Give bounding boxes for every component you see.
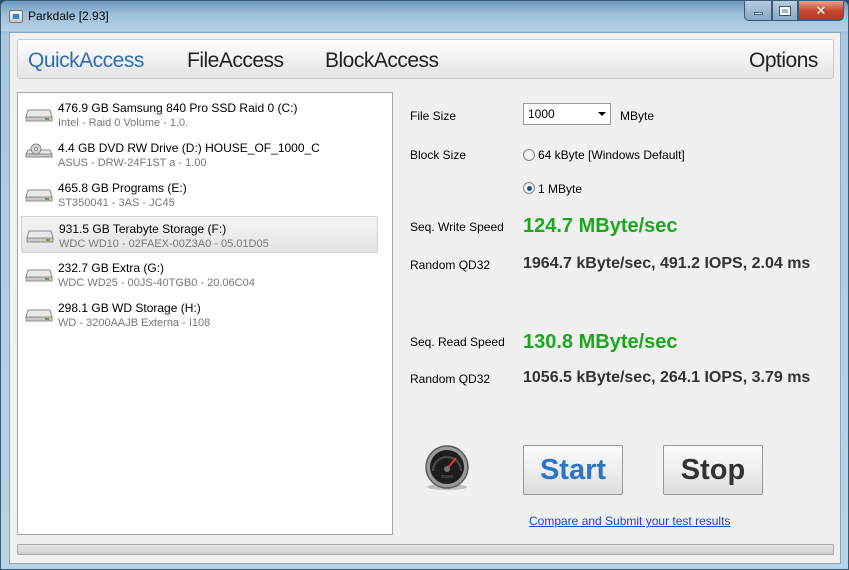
drive-model: ST350041 - 3AS - JC45 — [58, 197, 175, 209]
drive-name: 232.7 GB Extra (G:) — [58, 261, 165, 275]
minimize-icon — [753, 12, 763, 15]
block-size-1m-radio[interactable] — [523, 182, 535, 194]
drive-model: Intel - Raid 0 Volume - 1.0. — [58, 117, 189, 129]
close-button[interactable]: ✕ — [798, 1, 844, 21]
drive-name: 931.5 GB Terabyte Storage (F:) — [59, 222, 227, 236]
file-size-select[interactable]: 1000 — [523, 103, 611, 125]
block-size-64k-label[interactable]: 64 kByte [Windows Default] — [538, 148, 685, 162]
tab-options[interactable]: Options — [749, 49, 818, 73]
progress-bar — [17, 544, 834, 555]
block-size-label: Block Size — [410, 148, 467, 162]
seq-write-value: 124.7 MByte/sec — [523, 215, 678, 237]
title-bar[interactable]: Parkdale [2.93] ✕ — [1, 1, 848, 31]
drive-item[interactable]: 465.8 GB Programs (E:) ST350041 - 3AS - … — [21, 176, 378, 213]
client-area: QuickAccess FileAccess BlockAccess Optio… — [9, 32, 841, 564]
app-window: Parkdale [2.93] ✕ QuickAccess FileAccess… — [0, 0, 849, 570]
hdd-icon — [26, 230, 54, 243]
drive-name: 298.1 GB WD Storage (H:) — [58, 301, 201, 315]
block-size-1m-label[interactable]: 1 MByte — [538, 182, 582, 196]
drive-name: 465.8 GB Programs (E:) — [58, 181, 187, 195]
drive-model: WDC WD25 - 00JS-40TGB0 - 20.06C04 — [58, 277, 255, 289]
compare-submit-link[interactable]: Compare and Submit your test results — [529, 514, 730, 528]
hdd-icon — [25, 269, 53, 282]
seq-read-value: 130.8 MByte/sec — [523, 331, 678, 353]
file-size-label: File Size — [410, 109, 457, 123]
hdd-icon — [25, 309, 53, 322]
tab-bar: QuickAccess FileAccess BlockAccess Optio… — [17, 39, 834, 79]
maximize-icon — [779, 5, 791, 16]
maximize-button[interactable] — [772, 1, 798, 21]
drive-model: ASUS - DRW-24F1ST a - 1.00 — [58, 157, 207, 169]
tab-quickaccess[interactable]: QuickAccess — [28, 49, 144, 73]
window-title: Parkdale [2.93] — [28, 9, 109, 23]
drive-model: WD - 3200AAJB Externa - I108 — [58, 317, 211, 329]
hdd-icon — [25, 109, 53, 122]
drive-list[interactable]: 476.9 GB Samsung 840 Pro SSD Raid 0 (C:)… — [17, 92, 393, 535]
speedometer-icon — [425, 445, 469, 490]
random-write-label: Random QD32 — [410, 258, 491, 272]
seq-read-label: Seq. Read Speed — [410, 335, 505, 349]
chevron-down-icon — [598, 112, 606, 116]
app-icon[interactable] — [9, 10, 23, 23]
seq-write-label: Seq. Write Speed — [410, 220, 504, 234]
tab-fileaccess[interactable]: FileAccess — [187, 49, 284, 73]
dvd-drive-icon — [25, 143, 53, 158]
random-read-value: 1056.5 kByte/sec, 264.1 IOPS, 3.79 ms — [523, 369, 811, 386]
start-button[interactable]: Start — [523, 445, 623, 495]
hdd-icon — [25, 189, 53, 202]
drive-name: 476.9 GB Samsung 840 Pro SSD Raid 0 (C:) — [58, 101, 298, 115]
drive-model: WDC WD10 - 02FAEX-00Z3A0 - 05.01D05 — [59, 238, 269, 250]
stop-button[interactable]: Stop — [663, 445, 763, 495]
close-icon: ✕ — [815, 2, 827, 18]
drive-item[interactable]: 298.1 GB WD Storage (H:) WD - 3200AAJB E… — [21, 296, 378, 333]
minimize-button[interactable] — [744, 1, 772, 21]
block-size-64k-radio[interactable] — [523, 149, 535, 161]
window-controls: ✕ — [744, 1, 844, 21]
random-read-label: Random QD32 — [410, 372, 491, 386]
drive-name: 4.4 GB DVD RW Drive (D:) HOUSE_OF_1000_C — [58, 141, 320, 155]
file-size-value: 1000 — [528, 107, 555, 121]
drive-item[interactable]: 4.4 GB DVD RW Drive (D:) HOUSE_OF_1000_C… — [21, 136, 378, 173]
random-write-value: 1964.7 kByte/sec, 491.2 IOPS, 2.04 ms — [523, 255, 811, 272]
drive-item-selected[interactable]: 931.5 GB Terabyte Storage (F:) WDC WD10 … — [21, 216, 378, 253]
file-size-unit: MByte — [620, 109, 655, 123]
tab-blockaccess[interactable]: BlockAccess — [325, 49, 439, 73]
drive-item[interactable]: 476.9 GB Samsung 840 Pro SSD Raid 0 (C:)… — [21, 96, 378, 133]
drive-item[interactable]: 232.7 GB Extra (G:) WDC WD25 - 00JS-40TG… — [21, 256, 378, 293]
